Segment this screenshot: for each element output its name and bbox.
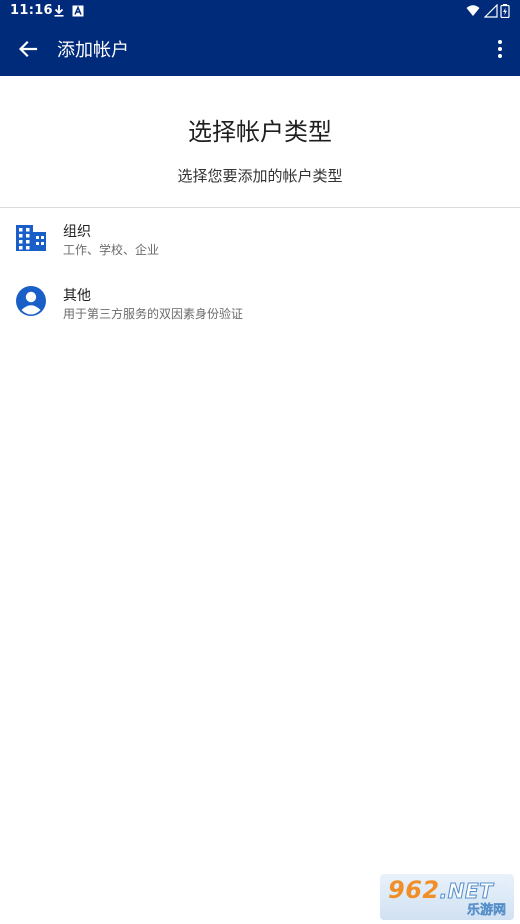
person-icon [16,286,46,316]
wifi-icon [466,5,480,16]
download-icon [54,5,64,17]
account-type-description: 工作、学校、企业 [63,243,160,257]
watermark-tagline: 乐游网 [466,903,506,918]
status-time: 11:16 [10,3,53,18]
page-title: 选择帐户类型 [188,118,332,146]
page-subtitle: 选择您要添加的帐户类型 [177,167,343,185]
app-bar-title: 添加帐户 [57,40,129,61]
overflow-menu-button[interactable] [488,33,512,65]
arrow-back-icon [18,40,38,58]
building-icon [16,225,46,251]
account-type-organization[interactable]: 组织 工作、学校、企业 [0,208,520,268]
account-type-title: 其他 [63,288,91,304]
back-button[interactable] [12,33,44,65]
signal-icon [484,4,498,18]
account-type-other[interactable]: 其他 用于第三方服务的双因素身份验证 [0,272,520,332]
more-vert-icon [498,40,502,58]
app-bar: 添加帐户 [0,22,520,76]
account-type-description: 用于第三方服务的双因素身份验证 [63,307,244,321]
account-type-title: 组织 [63,224,91,240]
status-bar: 11:16 [0,0,520,22]
app-notification-icon [72,5,84,17]
screen: 11:16 添加帐户 选择帐户类型 选择您要添加的帐户类型 组织 工作、学校、企… [0,0,520,924]
battery-charging-icon [500,4,510,18]
watermark-logo: 962.NET 乐游网 [380,874,514,920]
